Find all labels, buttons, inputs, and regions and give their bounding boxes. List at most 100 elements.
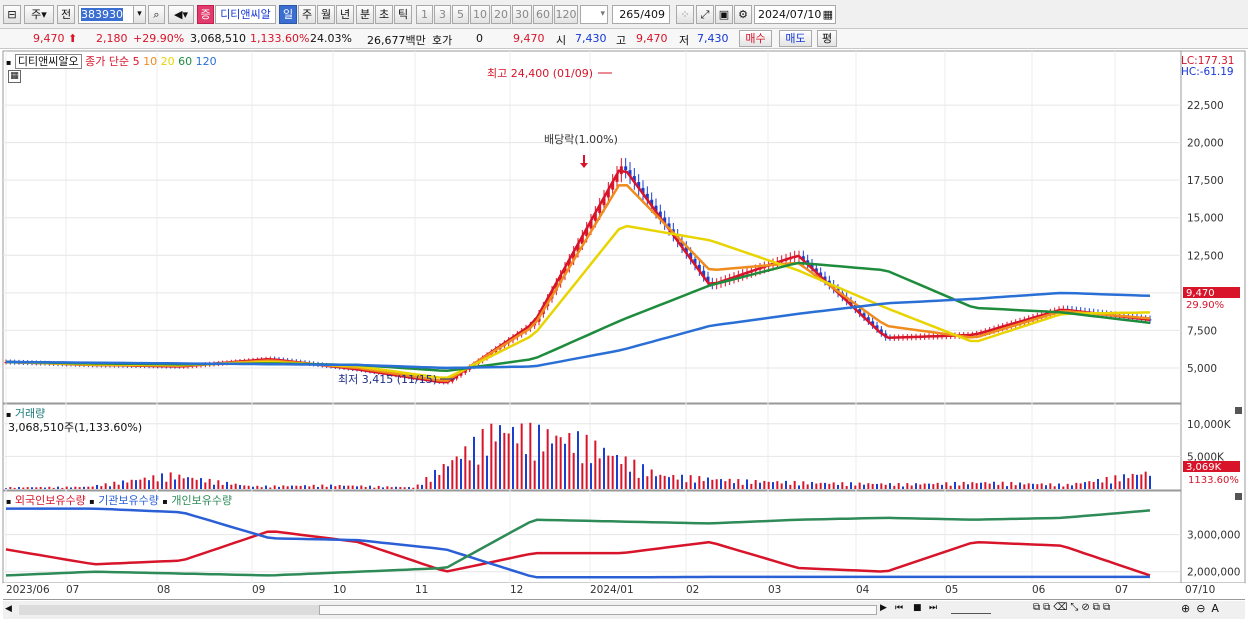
x-axis-label: 2024/01 (590, 584, 634, 596)
volume-bar (672, 475, 675, 489)
holding-panel-close-icon[interactable] (1235, 493, 1242, 500)
volume-bar (971, 482, 974, 489)
volume-bar (57, 486, 59, 489)
volume-bar (226, 481, 228, 489)
volume-bar (785, 480, 787, 489)
volume-bar (1097, 478, 1099, 489)
fast-forward-icon[interactable]: ⏭ (929, 603, 937, 613)
volume-bar (728, 478, 731, 489)
volume-bar (156, 481, 159, 489)
volume-bar (278, 486, 280, 489)
volume-bar (516, 443, 519, 489)
table-icon[interactable]: ▦ (8, 70, 21, 83)
volume-bar (659, 474, 662, 489)
volume-bar (213, 484, 215, 489)
volume-bar (750, 483, 753, 489)
volume-bar (668, 477, 670, 489)
volume-bar (78, 487, 81, 489)
volume-bar (325, 486, 328, 489)
price-y-tick-label: 12,500 (1187, 250, 1224, 262)
price-y-tick-label: 17,500 (1187, 175, 1224, 187)
volume-bar (217, 480, 220, 489)
volume-bar (663, 475, 666, 489)
volume-bar (434, 469, 436, 489)
volume-bar (902, 486, 904, 489)
panel-marker-icon: ▪ (6, 58, 12, 67)
volume-bar (1010, 482, 1013, 489)
volume-bar (364, 487, 367, 489)
volume-bar (824, 482, 826, 489)
volume-bar (412, 487, 415, 489)
institution-holding-label[interactable]: 기관보유수량 (98, 494, 159, 507)
stock-label-box[interactable]: 디티앤씨알오 (14, 54, 82, 69)
volume-bar (182, 478, 185, 489)
volume-panel-close-icon[interactable] (1235, 407, 1242, 414)
tool-icons[interactable]: ⧉⧉⌫⤡⊘⧉⧉ (1033, 602, 1113, 613)
rewind-icon[interactable]: ⏮ (895, 603, 903, 613)
hc-label: HC:-61.19 (1181, 66, 1234, 78)
volume-bar (109, 486, 111, 489)
volume-bar (481, 428, 484, 489)
scrollbar-track[interactable] (19, 605, 877, 615)
holding-y-tick-label: 2,000,000 (1187, 567, 1240, 579)
volume-bar (568, 433, 571, 489)
volume-bar (161, 473, 163, 489)
volume-bar (676, 479, 679, 489)
zoom-slider[interactable] (951, 604, 991, 614)
volume-bar (551, 443, 553, 489)
zoom-controls-icon[interactable]: ⊕⊖A (1181, 602, 1225, 615)
volume-bar (200, 478, 202, 489)
volume-bar (1027, 483, 1030, 489)
x-axis-label: 07 (1115, 584, 1129, 596)
ma20-label: 20 (160, 55, 175, 68)
volume-bar (386, 486, 389, 489)
volume-bar (70, 487, 72, 489)
volume-bar (754, 480, 757, 489)
volume-bar (48, 486, 51, 489)
volume-bar (1075, 482, 1078, 489)
volume-bar (26, 487, 29, 489)
volume-bar (962, 481, 965, 489)
stop-icon[interactable]: ■ (913, 603, 922, 613)
volume-bar (533, 460, 536, 489)
volume-bar (286, 486, 289, 489)
volume-bar (312, 484, 315, 489)
volume-bar (525, 454, 527, 489)
volume-bar (96, 484, 98, 489)
individual-holding-label[interactable]: 개인보유수량 (171, 494, 232, 507)
volume-bar (893, 485, 896, 489)
volume-bar (139, 479, 142, 489)
volume-bar (308, 486, 311, 489)
volume-bar (113, 481, 116, 489)
volume-bar (967, 484, 969, 489)
volume-bar (464, 446, 467, 489)
volume-bar (477, 464, 480, 489)
volume-bar (455, 456, 458, 489)
volume-bar (655, 476, 657, 489)
volume-bar (369, 485, 371, 489)
volume-bar (221, 484, 224, 489)
foreign-holding-label[interactable]: 외국인보유수량 (15, 494, 86, 507)
volume-bar (520, 423, 523, 489)
scrollbar-thumb[interactable] (319, 605, 877, 615)
volume-bar (542, 451, 545, 489)
volume-bar (31, 487, 33, 489)
volume-bar (1105, 476, 1108, 489)
scroll-right-icon[interactable]: ▶ (880, 603, 887, 613)
volume-bar (1053, 486, 1056, 489)
ma120-label: 120 (195, 55, 217, 68)
volume-bar (845, 486, 848, 489)
volume-bar (763, 480, 766, 489)
x-axis-label: 08 (157, 584, 171, 596)
volume-bar (499, 425, 501, 489)
volume-bar (39, 486, 42, 489)
chart-canvas[interactable]: 5,0007,50010,00012,50015,00017,50020,000… (0, 0, 1248, 621)
volume-bar (265, 485, 267, 489)
volume-bar (382, 487, 384, 489)
volume-bar (841, 482, 844, 489)
indicator-label[interactable]: 종가 단순 (85, 55, 129, 68)
volume-bar (403, 487, 406, 489)
volume-bar (993, 481, 995, 489)
holding-panel-legend: ▪ 외국인보유수량 ▪ 기관보유수량 ▪ 개인보유수량 (6, 492, 232, 508)
scroll-left-icon[interactable]: ◀ (5, 603, 17, 616)
